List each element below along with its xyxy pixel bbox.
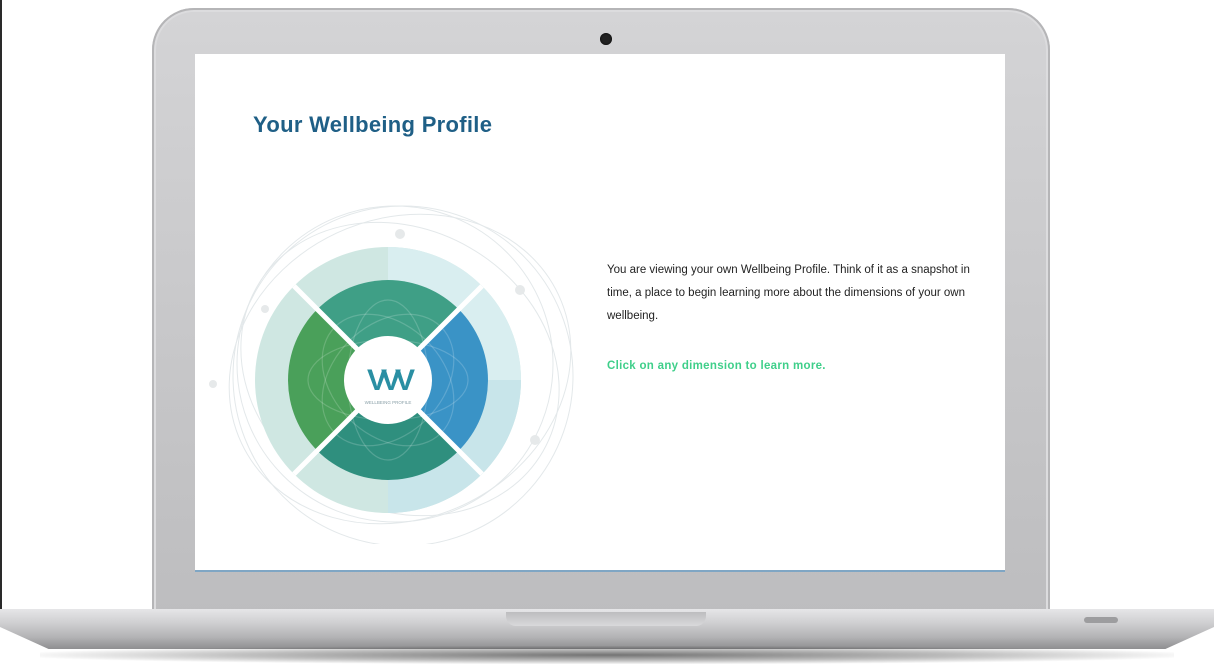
learn-more-link[interactable]: Click on any dimension to learn more.: [607, 360, 826, 372]
laptop-opening-notch: [506, 612, 706, 626]
laptop-foot: [1084, 617, 1118, 623]
laptop-shadow: [40, 646, 1174, 664]
profile-description: You are viewing your own Wellbeing Profi…: [607, 264, 970, 322]
laptop-screen: Your Wellbeing Profile VVV WELLBEING PRO…: [195, 54, 1005, 572]
wellbeing-wheel: VVV WELLBEING PROFILE: [209, 205, 574, 544]
wellbeing-logo: VVV: [367, 364, 415, 397]
page-title: Your Wellbeing Profile: [253, 112, 493, 137]
frame-edge: [0, 0, 2, 610]
webcam-icon: [600, 33, 612, 45]
laptop-mockup: Your Wellbeing Profile VVV WELLBEING PRO…: [0, 0, 1214, 664]
logo-caption: WELLBEING PROFILE: [365, 400, 412, 405]
